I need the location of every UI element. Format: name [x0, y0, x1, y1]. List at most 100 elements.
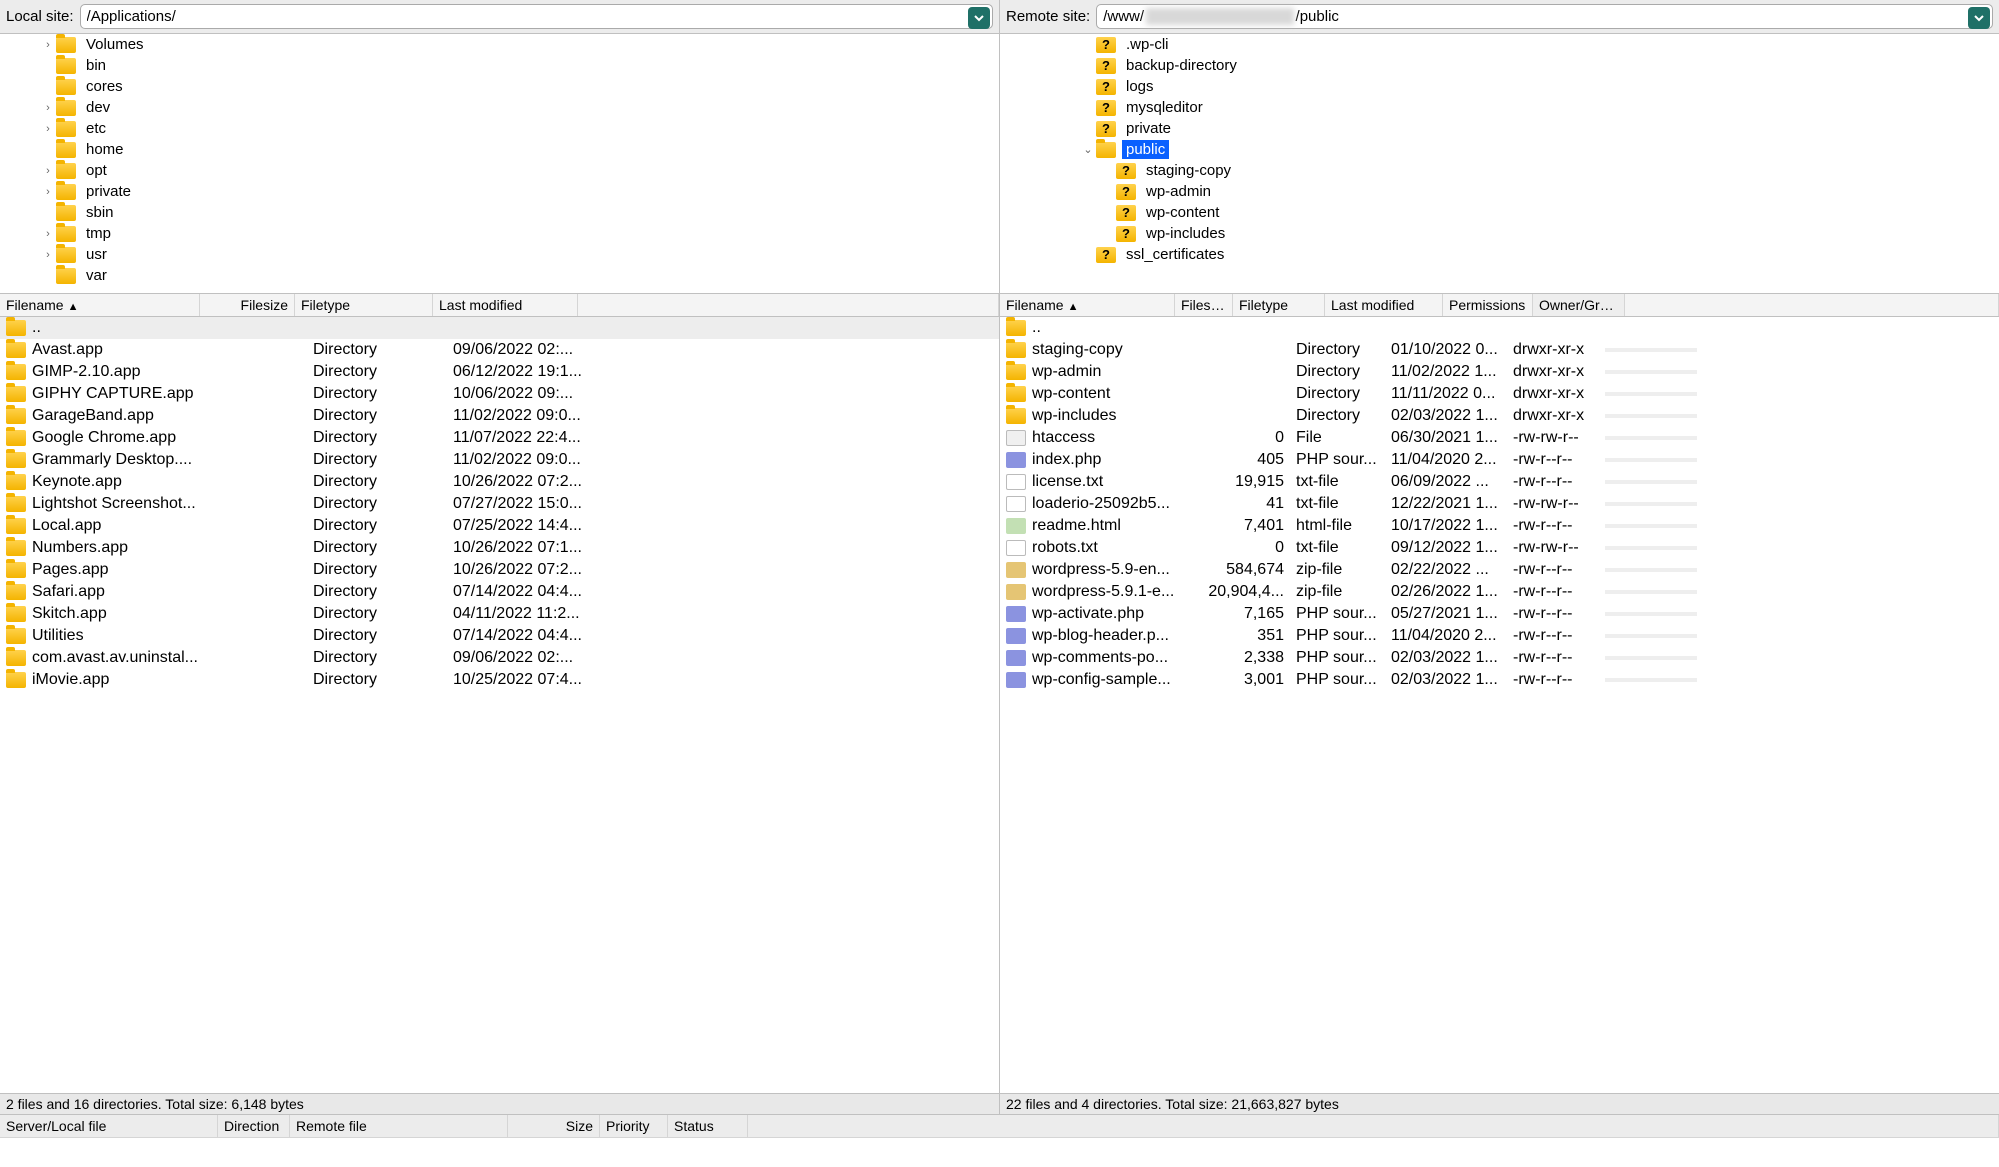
file-owner [1605, 524, 1697, 528]
list-row[interactable]: GIMP-2.10.appDirectory06/12/2022 19:1... [0, 361, 999, 383]
list-row[interactable]: staging-copyDirectory01/10/2022 0...drwx… [1000, 339, 1999, 361]
chevron-right-icon[interactable]: › [40, 228, 56, 240]
file-type: Directory [307, 383, 447, 405]
list-row[interactable]: robots.txt0txt-file09/12/2022 1...-rw-rw… [1000, 537, 1999, 559]
list-row[interactable]: wordpress-5.9.1-e...20,904,4...zip-file0… [1000, 581, 1999, 603]
tree-item[interactable]: wp-includes [1000, 223, 1999, 244]
chevron-right-icon[interactable]: › [40, 39, 56, 51]
queue-body[interactable] [0, 1137, 1999, 1167]
tree-item[interactable]: ›private [0, 181, 999, 202]
list-row[interactable]: wp-includesDirectory02/03/2022 1...drwxr… [1000, 405, 1999, 427]
list-row[interactable]: Keynote.appDirectory10/26/2022 07:2... [0, 471, 999, 493]
chevron-right-icon[interactable]: › [40, 186, 56, 198]
list-row[interactable]: Google Chrome.appDirectory11/07/2022 22:… [0, 427, 999, 449]
tree-item[interactable]: .wp-cli [1000, 34, 1999, 55]
list-row[interactable]: wp-blog-header.p...351PHP sour...11/04/2… [1000, 625, 1999, 647]
list-row-updir[interactable]: .. [1000, 317, 1999, 339]
list-row[interactable]: Safari.appDirectory07/14/2022 04:4... [0, 581, 999, 603]
file-icon [1006, 606, 1026, 622]
local-path-dropdown-button[interactable] [968, 7, 990, 29]
list-row[interactable]: iMovie.appDirectory10/25/2022 07:4... [0, 669, 999, 691]
list-row[interactable]: UtilitiesDirectory07/14/2022 04:4... [0, 625, 999, 647]
file-name: index.php [1032, 451, 1101, 469]
local-path-input[interactable] [80, 4, 993, 29]
tree-item[interactable]: wp-admin [1000, 181, 1999, 202]
list-row[interactable]: license.txt19,915txt-file06/09/2022 ...-… [1000, 471, 1999, 493]
chevron-right-icon[interactable]: › [40, 249, 56, 261]
file-permissions: -rw-rw-r-- [1507, 493, 1605, 515]
list-row[interactable]: GIPHY CAPTURE.appDirectory10/06/2022 09:… [0, 383, 999, 405]
list-row[interactable]: Numbers.appDirectory10/26/2022 07:1... [0, 537, 999, 559]
file-modified: 05/27/2021 1... [1385, 603, 1507, 625]
remote-file-list[interactable]: Filename▲ Filesize Filetype Last modifie… [1000, 294, 1999, 1093]
file-size: 41 [1200, 493, 1290, 515]
tree-item[interactable]: ›dev [0, 97, 999, 118]
tree-item[interactable]: private [1000, 118, 1999, 139]
tree-item-label: ssl_certificates [1122, 245, 1228, 264]
list-row[interactable]: Grammarly Desktop....Directory11/02/2022… [0, 449, 999, 471]
remote-path-input[interactable]: /www/xxxxxxxxx/public [1096, 4, 1993, 29]
tree-item[interactable]: ›usr [0, 244, 999, 265]
tree-item-label: logs [1122, 77, 1158, 96]
local-list-header[interactable]: Filename▲ Filesize Filetype Last modifie… [0, 294, 999, 317]
list-row[interactable]: loaderio-25092b5...41txt-file12/22/2021 … [1000, 493, 1999, 515]
tree-item[interactable]: bin [0, 55, 999, 76]
chevron-right-icon[interactable]: › [40, 102, 56, 114]
list-row[interactable]: GarageBand.appDirectory11/02/2022 09:0..… [0, 405, 999, 427]
list-row[interactable]: com.avast.av.uninstal...Directory09/06/2… [0, 647, 999, 669]
list-row[interactable]: wp-contentDirectory11/11/2022 0...drwxr-… [1000, 383, 1999, 405]
tree-item[interactable]: ›tmp [0, 223, 999, 244]
list-row[interactable]: wp-config-sample...3,001PHP sour...02/03… [1000, 669, 1999, 691]
list-row[interactable]: index.php405PHP sour...11/04/2020 2...-r… [1000, 449, 1999, 471]
tree-item[interactable]: mysqleditor [1000, 97, 1999, 118]
file-name: Numbers.app [32, 539, 128, 557]
folder-icon [6, 364, 26, 380]
file-modified: 11/02/2022 09:0... [447, 405, 597, 427]
list-row[interactable]: wp-activate.php7,165PHP sour...05/27/202… [1000, 603, 1999, 625]
tree-item[interactable]: var [0, 265, 999, 286]
file-owner [1605, 656, 1697, 660]
queue-header[interactable]: Server/Local file Direction Remote file … [0, 1115, 1999, 1137]
file-type: Directory [1290, 405, 1385, 427]
tree-item[interactable]: wp-content [1000, 202, 1999, 223]
tree-item-label: opt [82, 161, 111, 180]
list-row[interactable]: readme.html7,401html-file10/17/2022 1...… [1000, 515, 1999, 537]
folder-icon [6, 386, 26, 402]
tree-item[interactable]: › opt [0, 160, 999, 181]
tree-item[interactable]: logs [1000, 76, 1999, 97]
tree-item[interactable]: backup-directory [1000, 55, 1999, 76]
tree-item[interactable]: ›Volumes [0, 34, 999, 55]
list-row[interactable]: wp-comments-po...2,338PHP sour...02/03/2… [1000, 647, 1999, 669]
chevron-down-icon[interactable]: ⌄ [1080, 143, 1096, 156]
chevron-right-icon[interactable]: › [40, 123, 56, 135]
tree-item[interactable]: staging-copy [1000, 160, 1999, 181]
list-row[interactable]: Avast.appDirectory09/06/2022 02:... [0, 339, 999, 361]
list-row[interactable]: Lightshot Screenshot...Directory07/27/20… [0, 493, 999, 515]
tree-item[interactable]: ⌄ public [1000, 139, 1999, 160]
tree-item-label: public [1122, 140, 1169, 159]
folder-icon [1096, 142, 1116, 158]
chevron-right-icon[interactable]: › [40, 165, 56, 177]
tree-item-label: wp-includes [1142, 224, 1229, 243]
tree-item[interactable]: sbin [0, 202, 999, 223]
tree-item[interactable]: ›etc [0, 118, 999, 139]
local-file-list[interactable]: Filename▲ Filesize Filetype Last modifie… [0, 294, 999, 1093]
file-permissions: -rw-rw-r-- [1507, 427, 1605, 449]
list-row[interactable]: htaccess0File06/30/2021 1...-rw-rw-r-- [1000, 427, 1999, 449]
tree-item[interactable]: cores [0, 76, 999, 97]
list-row[interactable]: wordpress-5.9-en...584,674zip-file02/22/… [1000, 559, 1999, 581]
tree-item[interactable]: ssl_certificates [1000, 244, 1999, 265]
remote-list-header[interactable]: Filename▲ Filesize Filetype Last modifie… [1000, 294, 1999, 317]
col-owner: Owner/Group [1533, 294, 1625, 316]
list-row[interactable]: wp-adminDirectory11/02/2022 1...drwxr-xr… [1000, 361, 1999, 383]
list-row[interactable]: Local.appDirectory07/25/2022 14:4... [0, 515, 999, 537]
tree-item-label: backup-directory [1122, 56, 1241, 75]
remote-path-dropdown-button[interactable] [1968, 7, 1990, 29]
local-directory-tree[interactable]: ›Volumesbincores›dev›etchome › opt›private… [0, 34, 999, 294]
tree-item-label: sbin [82, 203, 118, 222]
list-row[interactable]: Skitch.appDirectory04/11/2022 11:2... [0, 603, 999, 625]
remote-directory-tree[interactable]: .wp-clibackup-directory logsmysqleditorpr… [1000, 34, 1999, 294]
tree-item[interactable]: home [0, 139, 999, 160]
list-row-updir[interactable]: .. [0, 317, 999, 339]
list-row[interactable]: Pages.appDirectory10/26/2022 07:2... [0, 559, 999, 581]
